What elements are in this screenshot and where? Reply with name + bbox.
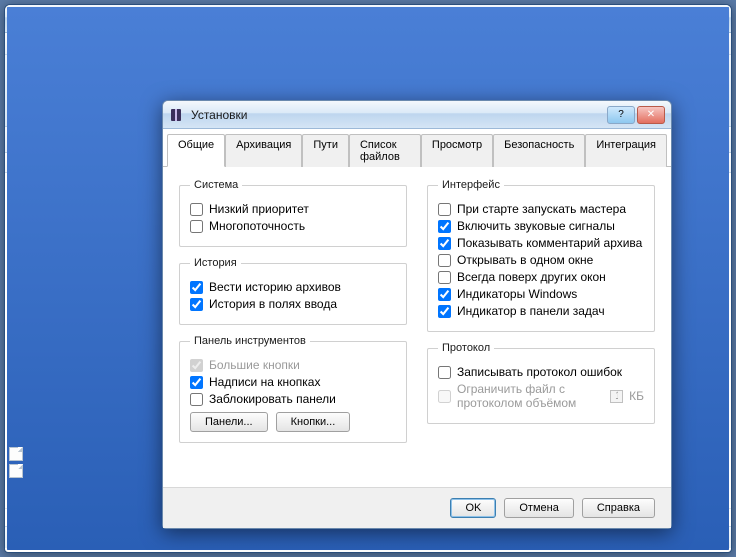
checkbox-row[interactable]: При старте запускать мастера — [438, 202, 644, 216]
checkbox-row[interactable]: Низкий приоритет — [190, 202, 396, 216]
group-history: История Вести историю архивов История в п… — [179, 257, 407, 325]
tab-0[interactable]: Общие — [167, 134, 225, 167]
checkbox-label: Вести историю архивов — [209, 280, 341, 294]
file-icon — [9, 447, 23, 461]
panels-button[interactable]: Панели... — [190, 412, 268, 432]
checkbox[interactable] — [190, 393, 203, 406]
checkbox[interactable] — [190, 376, 203, 389]
checkbox-row[interactable]: Надписи на кнопках — [190, 375, 396, 389]
group-protocol: Протокол Записывать протокол ошибок Огра… — [427, 342, 655, 424]
legend-interface: Интерфейс — [438, 179, 504, 191]
limit-value — [610, 390, 623, 403]
tab-6[interactable]: Интеграция — [585, 134, 667, 167]
group-interface: Интерфейс При старте запускать мастера Вк… — [427, 179, 655, 332]
checkbox-label: Всегда поверх других окон — [457, 270, 606, 284]
checkbox-row[interactable]: Записывать протокол ошибок — [438, 365, 644, 379]
tab-4[interactable]: Просмотр — [421, 134, 493, 167]
checkbox-label: Большие кнопки — [209, 358, 300, 372]
checkbox[interactable] — [438, 305, 451, 318]
checkbox-row[interactable]: Заблокировать панели — [190, 392, 396, 406]
group-panel: Панель инструментов Большие кнопки Надпис… — [179, 335, 407, 443]
legend-history: История — [190, 257, 241, 269]
dialog-help-button[interactable]: ? — [607, 106, 635, 124]
checkbox-label: При старте запускать мастера — [457, 202, 626, 216]
checkbox[interactable] — [190, 220, 203, 233]
checkbox-row[interactable]: Индикаторы Windows — [438, 287, 644, 301]
checkbox-label: Многопоточность — [209, 219, 305, 233]
dialog-title: Установки — [191, 108, 607, 122]
limit-unit: КБ — [629, 389, 644, 403]
checkbox-row: Большие кнопки — [190, 358, 396, 372]
dialog-close-button[interactable]: ✕ — [637, 106, 665, 124]
checkbox-label: Надписи на кнопках — [209, 375, 320, 389]
checkbox[interactable] — [438, 288, 451, 301]
checkbox-label: Заблокировать панели — [209, 392, 336, 406]
checkbox[interactable] — [438, 254, 451, 267]
checkbox-label: Записывать протокол ошибок — [457, 365, 622, 379]
checkbox[interactable] — [190, 281, 203, 294]
checkbox[interactable] — [438, 237, 451, 250]
legend-system: Система — [190, 179, 242, 191]
checkbox-label: История в полях ввода — [209, 297, 337, 311]
limit-checkbox — [438, 390, 451, 403]
checkbox-label: Включить звуковые сигналы — [457, 219, 615, 233]
file-icon — [9, 464, 23, 478]
checkbox[interactable] — [190, 203, 203, 216]
limit-label: Ограничить файл с протоколом объёмом — [457, 382, 604, 410]
tab-3[interactable]: Список файлов — [349, 134, 421, 167]
tab-2[interactable]: Пути — [302, 134, 349, 167]
cancel-button[interactable]: Отмена — [504, 498, 573, 518]
group-system: Система Низкий приоритет Многопоточность — [179, 179, 407, 247]
checkbox-row[interactable]: Всегда поверх других окон — [438, 270, 644, 284]
legend-panel: Панель инструментов — [190, 335, 310, 347]
checkbox-row[interactable]: Индикатор в панели задач — [438, 304, 644, 318]
checkbox[interactable] — [190, 298, 203, 311]
ok-button[interactable]: OK — [450, 498, 496, 518]
checkbox-label: Открывать в одном окне — [457, 253, 593, 267]
exe-icon — [9, 430, 23, 444]
checkbox[interactable] — [438, 220, 451, 233]
dialog-icon — [169, 107, 185, 123]
checkbox-label: Индикатор в панели задач — [457, 304, 605, 318]
checkbox-row[interactable]: Открывать в одном окне — [438, 253, 644, 267]
legend-protocol: Протокол — [438, 342, 494, 354]
checkbox[interactable] — [438, 366, 451, 379]
checkbox-row[interactable]: История в полях ввода — [190, 297, 396, 311]
help-button[interactable]: Справка — [582, 498, 655, 518]
settings-dialog: Установки ? ✕ ОбщиеАрхивацияПутиСписок ф… — [162, 100, 672, 529]
checkbox-row[interactable]: Многопоточность — [190, 219, 396, 233]
tab-1[interactable]: Архивация — [225, 134, 302, 167]
checkbox — [190, 359, 203, 372]
checkbox[interactable] — [438, 271, 451, 284]
checkbox-label: Показывать комментарий архива — [457, 236, 642, 250]
checkbox-row[interactable]: Включить звуковые сигналы — [438, 219, 644, 233]
checkbox-row[interactable]: Показывать комментарий архива — [438, 236, 644, 250]
dialog-buttons: OK Отмена Справка — [163, 487, 671, 528]
checkbox-label: Индикаторы Windows — [457, 287, 577, 301]
dialog-titlebar[interactable]: Установки ? ✕ — [163, 101, 671, 129]
tab-5[interactable]: Безопасность — [493, 134, 585, 167]
limit-row: Ограничить файл с протоколом объёмом КБ — [438, 382, 644, 410]
tab-general: Система Низкий приоритетМногопоточность … — [163, 167, 671, 487]
checkbox[interactable] — [438, 203, 451, 216]
checkbox-label: Низкий приоритет — [209, 202, 309, 216]
tab-bar: ОбщиеАрхивацияПутиСписок файловПросмотрБ… — [163, 129, 671, 167]
buttons-button[interactable]: Кнопки... — [276, 412, 351, 432]
checkbox-row[interactable]: Вести историю архивов — [190, 280, 396, 294]
